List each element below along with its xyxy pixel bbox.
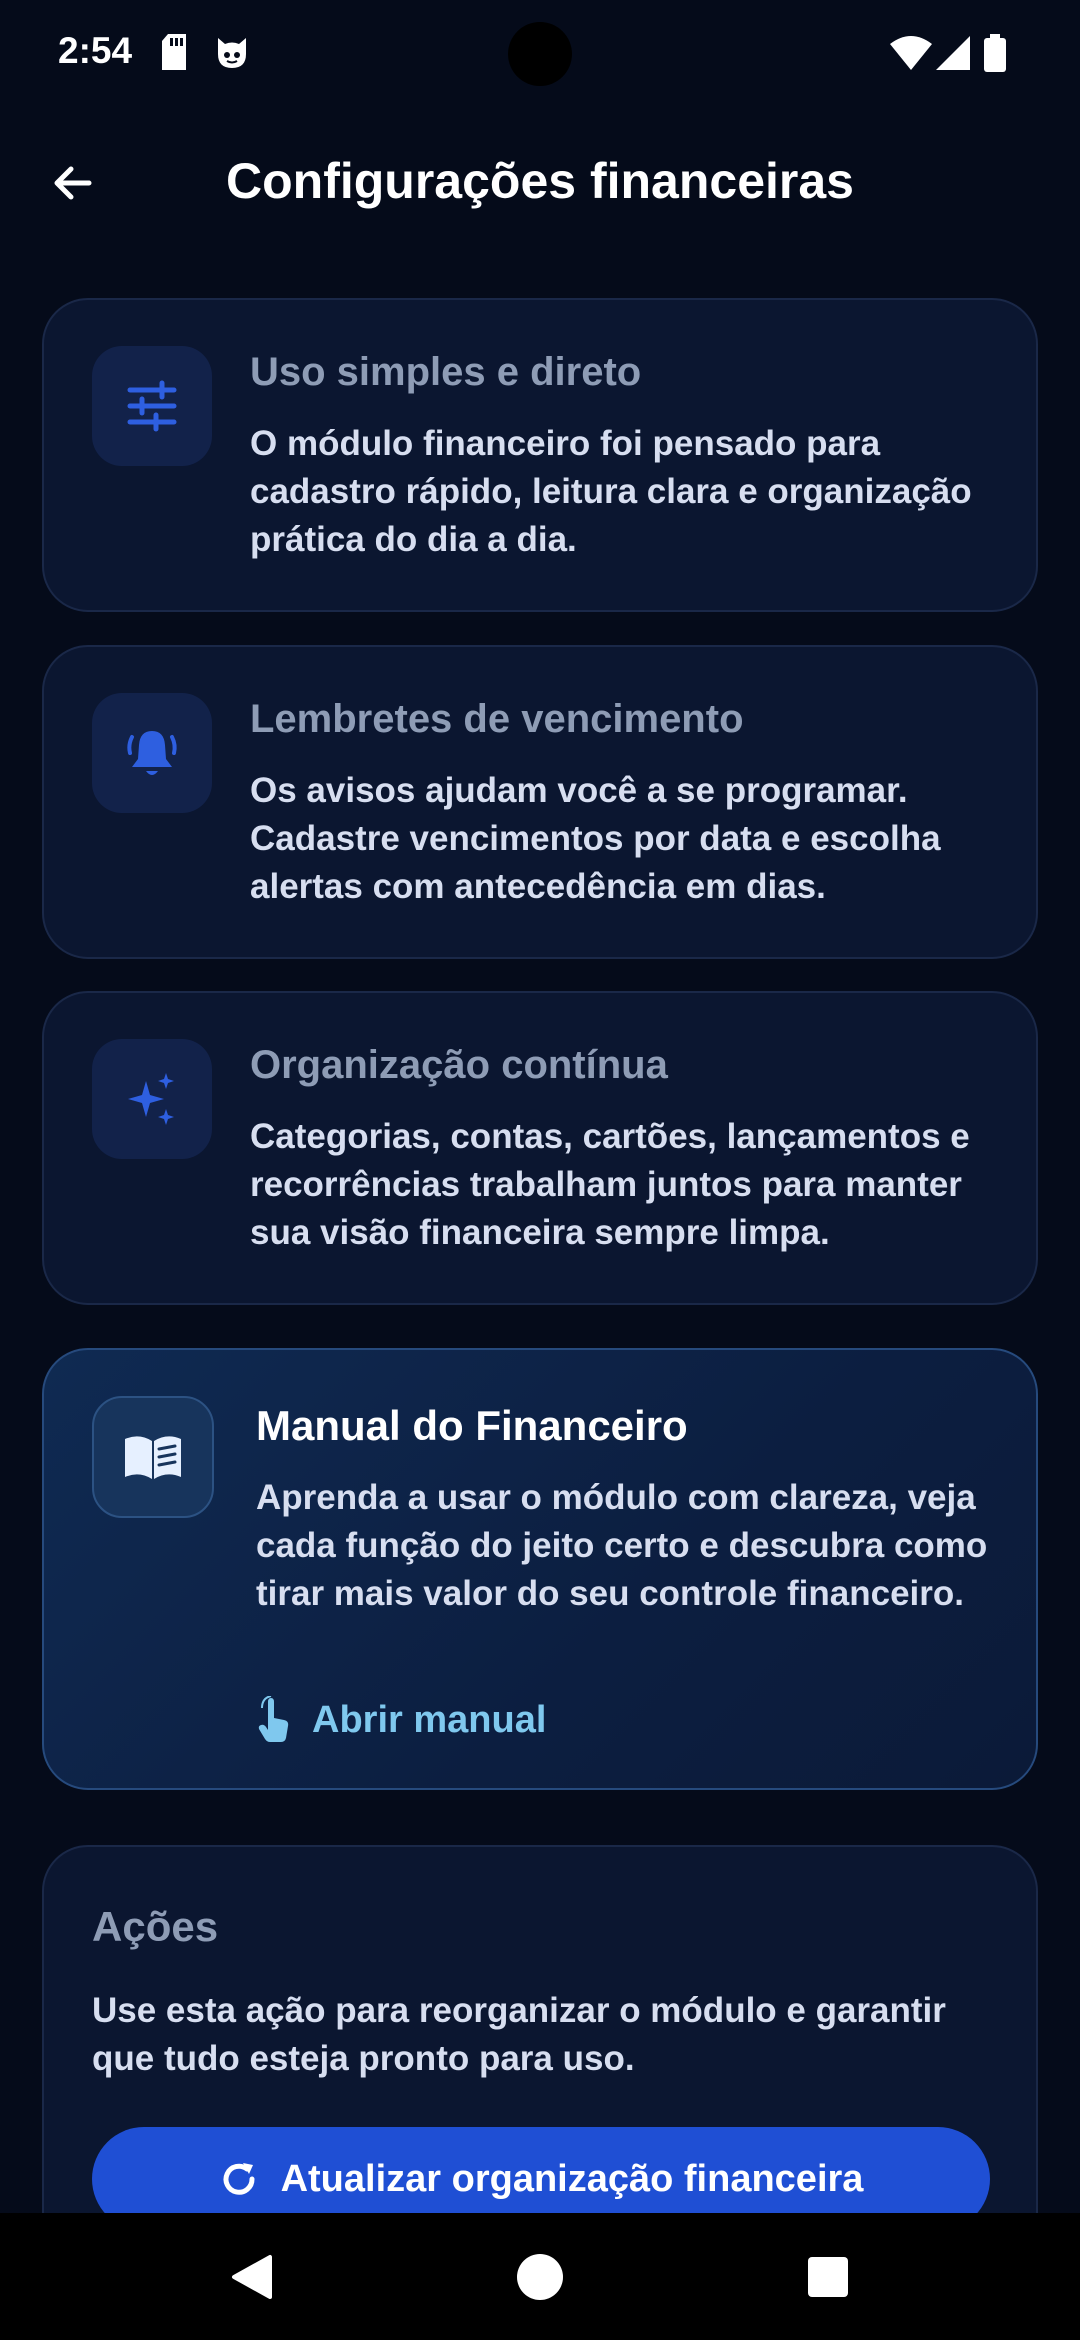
square-recents-icon [808, 2257, 848, 2297]
sparkles-icon [128, 1073, 174, 1125]
actions-title: Ações [92, 1903, 219, 1950]
nav-home-button[interactable] [508, 2245, 572, 2309]
circle-home-icon [517, 2254, 563, 2300]
system-nav-bar [0, 2213, 1080, 2340]
cat-notification-icon [214, 34, 250, 75]
info-card-simple-use: Uso simples e direto O módulo financeiro… [42, 298, 1038, 612]
info-card-continuous-organization: Organização contínua Categorias, contas,… [42, 991, 1038, 1305]
open-manual-link[interactable]: Abrir manual [256, 1696, 546, 1744]
signal-icon [936, 36, 970, 75]
battery-icon [984, 34, 1006, 77]
actions-card: Ações Use esta ação para reorganizar o m… [42, 1845, 1038, 2265]
sliders-icon [127, 380, 177, 432]
card-icon-box [92, 1039, 212, 1159]
manual-icon-box [92, 1396, 214, 1518]
info-card-due-reminders: Lembretes de vencimento Os avisos ajudam… [42, 645, 1038, 959]
manual-description: Aprenda a usar o módulo com clareza, vej… [256, 1478, 988, 1613]
update-organization-label: Atualizar organização financeira [280, 2157, 864, 2200]
card-description: O módulo financeiro foi pensado para cad… [250, 424, 972, 559]
page-title: Configurações financeiras [226, 153, 854, 209]
card-title: Organização contínua [250, 1043, 668, 1087]
refresh-icon [223, 2163, 255, 2195]
card-title: Uso simples e direto [250, 350, 642, 394]
card-description: Os avisos ajudam você a se programar. Ca… [250, 771, 941, 906]
card-description: Categorias, contas, cartões, lançamentos… [250, 1117, 970, 1252]
app-bar: Configurações financeiras [0, 130, 1080, 240]
open-manual-label: Abrir manual [312, 1698, 547, 1741]
card-title: Lembretes de vencimento [250, 697, 744, 741]
status-time: 2:54 [58, 30, 133, 71]
tap-hand-icon [258, 1696, 289, 1742]
bell-ringing-icon [127, 731, 177, 775]
sd-card-icon [160, 34, 188, 75]
actions-description: Use esta ação para reorganizar o módulo … [92, 1991, 946, 2078]
front-camera [508, 22, 572, 86]
card-icon-box [92, 346, 212, 466]
manual-title: Manual do Financeiro [256, 1402, 688, 1449]
status-bar: 2:54 [0, 0, 1080, 110]
triangle-back-icon [232, 2255, 272, 2299]
nav-back-button[interactable] [220, 2245, 284, 2309]
card-icon-box [92, 693, 212, 813]
nav-recents-button[interactable] [796, 2245, 860, 2309]
book-open-icon [125, 1436, 181, 1479]
wifi-icon [890, 36, 932, 75]
manual-card[interactable]: Manual do Financeiro Aprenda a usar o mó… [42, 1348, 1038, 1790]
